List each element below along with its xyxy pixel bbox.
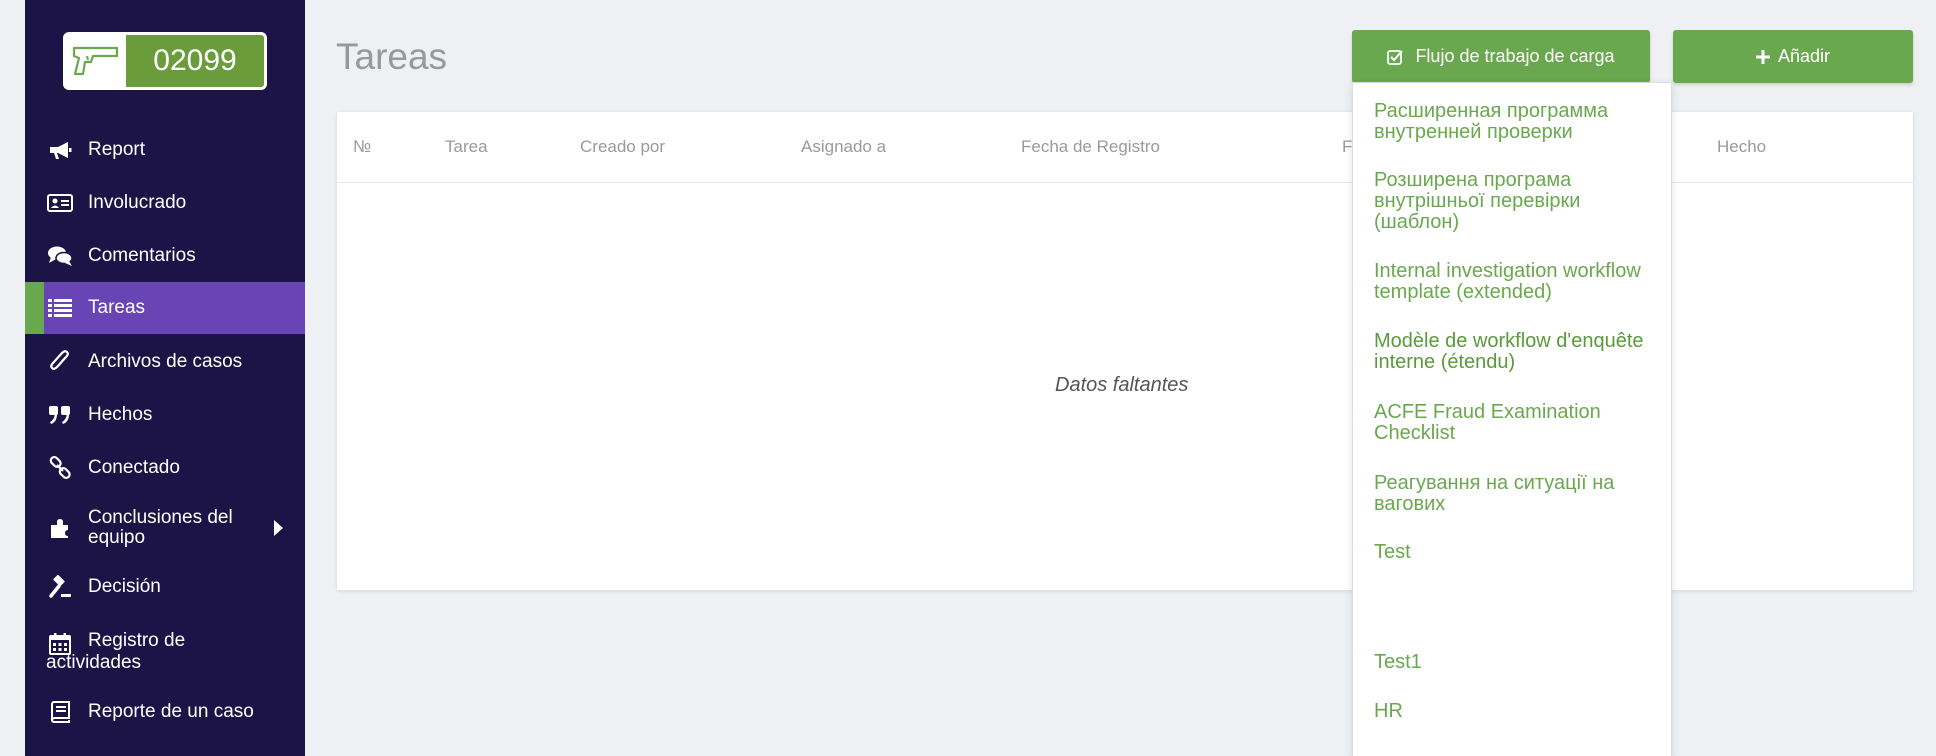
sidebar: 02099 Report Involucrado Comentarios Tar… bbox=[25, 0, 305, 756]
dropdown-item[interactable]: Modèle de workflow d'enquête interne (ét… bbox=[1374, 331, 1664, 373]
dropdown-item[interactable] bbox=[1374, 597, 1664, 618]
link-icon bbox=[46, 454, 74, 482]
megaphone-icon bbox=[46, 136, 74, 164]
gun-icon bbox=[66, 35, 126, 87]
book-icon bbox=[46, 698, 74, 726]
table-header: № Tarea Creado por Asignado a Fecha de R… bbox=[337, 112, 1913, 183]
sidebar-item-label: Involucrado bbox=[88, 192, 187, 213]
sidebar-item-label: Hechos bbox=[88, 404, 153, 425]
puzzle-icon bbox=[46, 514, 74, 542]
column-header-done[interactable]: Hecho bbox=[1717, 137, 1766, 157]
sidebar-item-registro[interactable]: Registro de actividades bbox=[25, 628, 305, 673]
case-badge: 02099 bbox=[63, 32, 267, 90]
column-header-number[interactable]: № bbox=[353, 137, 371, 157]
column-header-f[interactable]: F bbox=[1342, 137, 1352, 157]
sidebar-item-label: Archivos de casos bbox=[88, 351, 243, 372]
column-header-task[interactable]: Tarea bbox=[445, 137, 488, 157]
sidebar-item-label: Decisión bbox=[88, 576, 161, 597]
load-workflow-label: Flujo de trabajo de carga bbox=[1415, 46, 1615, 66]
paperclip-icon bbox=[46, 348, 74, 376]
dropdown-item[interactable]: Расширенная программа внутренней проверк… bbox=[1374, 101, 1664, 143]
sidebar-item-label: Conclusiones del equipo bbox=[88, 507, 233, 548]
load-workflow-button[interactable]: Flujo de trabajo de carga bbox=[1352, 30, 1650, 83]
dropdown-item[interactable]: HR bbox=[1374, 701, 1664, 722]
column-header-registration-date[interactable]: Fecha de Registro bbox=[1021, 137, 1160, 157]
comments-icon bbox=[46, 242, 74, 270]
workflow-dropdown: Расширенная программа внутренней проверк… bbox=[1352, 82, 1672, 756]
sidebar-item-conectado[interactable]: Conectado bbox=[25, 452, 305, 484]
sidebar-item-label: Comentarios bbox=[88, 245, 196, 266]
sidebar-item-conclusiones[interactable]: Conclusiones del equipo bbox=[25, 507, 305, 549]
column-header-assigned-to[interactable]: Asignado a bbox=[801, 137, 886, 157]
sidebar-item-archivos[interactable]: Archivos de casos bbox=[25, 346, 305, 378]
dropdown-item[interactable]: ACFE Fraud Examination Checklist bbox=[1374, 402, 1664, 444]
sidebar-item-reporte[interactable]: Reporte de un caso bbox=[25, 696, 305, 728]
empty-state-text: Datos faltantes bbox=[1055, 374, 1189, 396]
sidebar-item-comentarios[interactable]: Comentarios bbox=[25, 240, 305, 272]
column-header-created-by[interactable]: Creado por bbox=[580, 137, 665, 157]
sidebar-item-label: Tareas bbox=[88, 297, 146, 318]
sidebar-item-tareas[interactable]: Tareas bbox=[25, 282, 305, 334]
dropdown-item[interactable]: Test1 bbox=[1374, 652, 1664, 673]
id-card-icon bbox=[46, 189, 74, 217]
dropdown-item[interactable]: Розширена програма внутрішньої перевірки… bbox=[1374, 170, 1664, 233]
sidebar-item-label: Reporte de un caso bbox=[88, 701, 254, 722]
sidebar-item-hechos[interactable]: Hechos bbox=[25, 399, 305, 431]
dropdown-item[interactable]: Test bbox=[1374, 542, 1664, 563]
dropdown-item[interactable]: Реагування на ситуації на вагових bbox=[1374, 473, 1664, 515]
sidebar-item-decision[interactable]: Decisión bbox=[25, 571, 305, 603]
list-icon bbox=[46, 294, 74, 322]
case-number: 02099 bbox=[126, 35, 264, 87]
chevron-right-icon[interactable] bbox=[274, 520, 283, 536]
sidebar-item-label: Conectado bbox=[88, 457, 180, 478]
add-label: Añadir bbox=[1777, 46, 1831, 66]
sidebar-item-report[interactable]: Report bbox=[25, 134, 305, 166]
dropdown-item[interactable]: Internal investigation workflow template… bbox=[1374, 261, 1664, 303]
sidebar-item-involucrado[interactable]: Involucrado bbox=[25, 187, 305, 219]
page-title: Tareas bbox=[336, 36, 448, 77]
add-button[interactable]: Añadir bbox=[1673, 30, 1913, 83]
gavel-icon bbox=[46, 573, 74, 601]
check-square-icon bbox=[1387, 49, 1404, 65]
tasks-table: № Tarea Creado por Asignado a Fecha de R… bbox=[337, 112, 1913, 590]
quote-icon bbox=[46, 401, 74, 429]
plus-icon bbox=[1755, 49, 1770, 64]
sidebar-item-label: Report bbox=[88, 139, 146, 160]
sidebar-item-label: Registro de actividades bbox=[46, 630, 186, 673]
